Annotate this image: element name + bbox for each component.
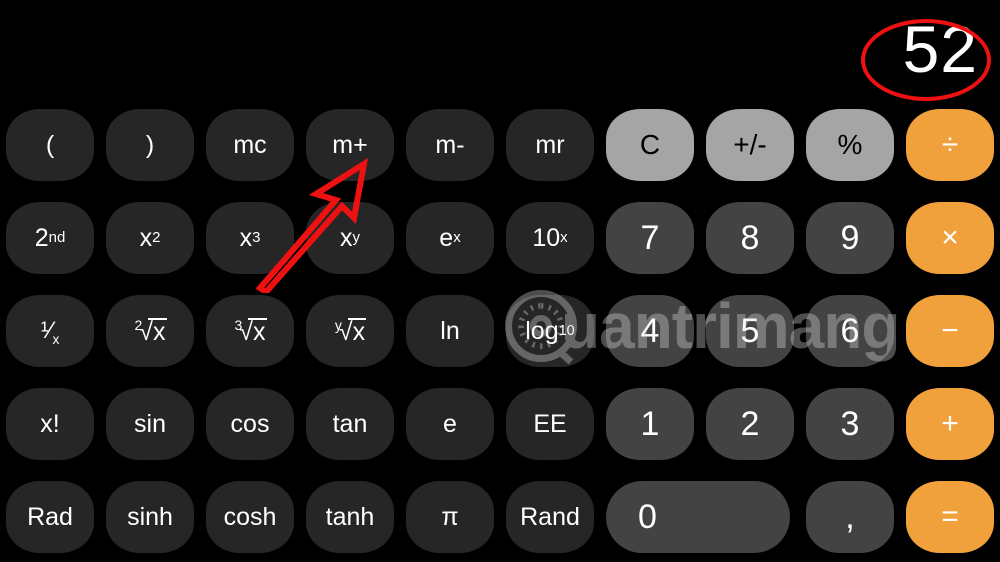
- key-add[interactable]: +: [906, 388, 994, 460]
- key-8[interactable]: 8: [706, 202, 794, 274]
- key-cos[interactable]: cos: [206, 388, 294, 460]
- keypad-row-3: ¹⁄x 2 √x 3 √x y √x ln log 10 4 5 6 −: [0, 291, 1000, 384]
- key-sinh[interactable]: sinh: [106, 481, 194, 553]
- key-divide[interactable]: ÷: [906, 109, 994, 181]
- key-x-cubed-base: x: [239, 223, 253, 252]
- key-reciprocal-label: ¹⁄x: [40, 317, 60, 347]
- key-cube-root-label: 3 √x: [234, 317, 267, 346]
- key-x-squared-base: x: [139, 223, 153, 252]
- key-equals[interactable]: =: [906, 481, 994, 553]
- keypad-row-1: ( ) mc m+ m- mr C +/- % ÷: [0, 105, 1000, 198]
- key-6[interactable]: 6: [806, 295, 894, 367]
- key-x-power-y[interactable]: xy: [306, 202, 394, 274]
- key-ten-power-x[interactable]: 10 x: [506, 202, 594, 274]
- display-value: 52: [902, 12, 978, 86]
- key-cosh[interactable]: cosh: [206, 481, 294, 553]
- key-x-cubed[interactable]: x3: [206, 202, 294, 274]
- key-ten-power-x-base: 10: [532, 223, 561, 252]
- key-4[interactable]: 4: [606, 295, 694, 367]
- key-reciprocal[interactable]: ¹⁄x: [6, 295, 94, 367]
- key-sin[interactable]: sin: [106, 388, 194, 460]
- key-ln[interactable]: ln: [406, 295, 494, 367]
- key-mc[interactable]: mc: [206, 109, 294, 181]
- key-e-power-x-base: e: [439, 223, 454, 252]
- key-1[interactable]: 1: [606, 388, 694, 460]
- key-y-root-label: y √x: [334, 317, 367, 346]
- key-subtract[interactable]: −: [906, 295, 994, 367]
- key-decimal[interactable]: ,: [806, 481, 894, 553]
- key-cube-root[interactable]: 3 √x: [206, 295, 294, 367]
- key-factorial[interactable]: x!: [6, 388, 94, 460]
- keypad-row-5: Rad sinh cosh tanh π Rand 0 , =: [0, 477, 1000, 562]
- keypad-row-4: x! sin cos tan e EE 1 2 3 +: [0, 384, 1000, 477]
- key-square-root-label: 2 √x: [134, 317, 167, 346]
- key-open-paren[interactable]: (: [6, 109, 94, 181]
- key-log10[interactable]: log 10: [506, 295, 594, 367]
- key-2[interactable]: 2: [706, 388, 794, 460]
- key-clear[interactable]: C: [606, 109, 694, 181]
- key-rand[interactable]: Rand: [506, 481, 594, 553]
- key-log10-base: log: [525, 316, 559, 345]
- key-m-minus[interactable]: m-: [406, 109, 494, 181]
- calculator-app: 52 ( ) mc m+ m- mr C +/- % ÷ 2nd x2 x3 x…: [0, 0, 1000, 562]
- key-close-paren[interactable]: ): [106, 109, 194, 181]
- key-0[interactable]: 0: [606, 481, 790, 553]
- calculator-display: 52: [0, 0, 1000, 104]
- key-tanh[interactable]: tanh: [306, 481, 394, 553]
- key-m-plus[interactable]: m+: [306, 109, 394, 181]
- key-e[interactable]: e: [406, 388, 494, 460]
- keypad-row-2: 2nd x2 x3 xy ex 10 x 7 8 9 ×: [0, 198, 1000, 291]
- key-5[interactable]: 5: [706, 295, 794, 367]
- key-rad[interactable]: Rad: [6, 481, 94, 553]
- key-7[interactable]: 7: [606, 202, 694, 274]
- keypad: ( ) mc m+ m- mr C +/- % ÷ 2nd x2 x3 xy e…: [0, 105, 1000, 562]
- key-square-root[interactable]: 2 √x: [106, 295, 194, 367]
- key-y-root[interactable]: y √x: [306, 295, 394, 367]
- key-second[interactable]: 2nd: [6, 202, 94, 274]
- key-e-power-x[interactable]: ex: [406, 202, 494, 274]
- key-x-squared[interactable]: x2: [106, 202, 194, 274]
- key-pi[interactable]: π: [406, 481, 494, 553]
- key-mr[interactable]: mr: [506, 109, 594, 181]
- key-x-power-y-base: x: [340, 223, 353, 252]
- key-tan[interactable]: tan: [306, 388, 394, 460]
- key-ee[interactable]: EE: [506, 388, 594, 460]
- key-9[interactable]: 9: [806, 202, 894, 274]
- key-second-base: 2: [34, 223, 49, 252]
- key-sign[interactable]: +/-: [706, 109, 794, 181]
- key-multiply[interactable]: ×: [906, 202, 994, 274]
- key-3[interactable]: 3: [806, 388, 894, 460]
- key-percent[interactable]: %: [806, 109, 894, 181]
